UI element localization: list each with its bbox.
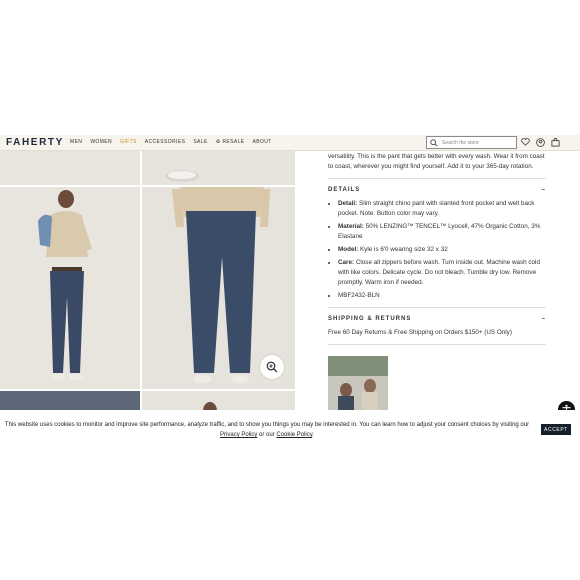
- accessibility-icon: [561, 404, 572, 410]
- video-thumbnail[interactable]: [328, 356, 388, 410]
- product-image-3[interactable]: [0, 391, 140, 410]
- product-info: versatility. This is the pant that gets …: [328, 150, 546, 351]
- account-icon[interactable]: [535, 137, 545, 147]
- shipping-text: Free 60 Day Returns & Free Shipping on O…: [328, 329, 512, 336]
- search-input[interactable]: Search the store: [426, 136, 517, 149]
- consent-text: This website uses cookies to monitor and…: [4, 422, 530, 438]
- collapse-icon: –: [541, 187, 546, 193]
- detail-item: Detail: Slim straight chino pant with sl…: [338, 199, 546, 219]
- search-placeholder: Search the store: [442, 139, 479, 146]
- nav-resale-label: RESALE: [222, 139, 245, 145]
- zoom-button[interactable]: [260, 355, 284, 379]
- sku-item: MBF2432-BLN: [338, 291, 546, 301]
- product-description: versatility. This is the pant that gets …: [328, 153, 545, 170]
- search-icon: [430, 138, 438, 147]
- privacy-policy-link[interactable]: Privacy Policy: [220, 432, 257, 438]
- header-icons: [520, 137, 560, 147]
- main-nav: MEN WOMEN GIFTS ACCESSORIES SALE ♻ RESAL…: [70, 139, 272, 145]
- details-title: DETAILS: [328, 187, 361, 193]
- logo[interactable]: FAHERTY: [6, 137, 64, 148]
- care-item: Care: Close all zippers before wash. Tur…: [338, 258, 546, 288]
- nav-accessories[interactable]: ACCESSORIES: [145, 139, 186, 145]
- heart-icon[interactable]: [520, 137, 530, 147]
- material-item: Material: 50% LENZING™ TENCEL™ Lyocell, …: [338, 222, 546, 242]
- details-list: Detail: Slim straight chino pant with sl…: [328, 199, 546, 301]
- cookie-consent-banner: This website uses cookies to monitor and…: [0, 418, 580, 440]
- product-image-1[interactable]: [0, 150, 140, 185]
- divider: [328, 178, 546, 179]
- nav-men[interactable]: MEN: [70, 139, 82, 145]
- nav-about[interactable]: ABOUT: [253, 139, 272, 145]
- nav-gifts[interactable]: GIFTS: [120, 139, 137, 145]
- divider: [328, 344, 546, 345]
- accept-button[interactable]: ACCEPT: [541, 424, 571, 435]
- cookie-policy-link[interactable]: Cookie Policy: [276, 432, 312, 438]
- zoom-in-icon: [266, 361, 278, 373]
- details-accordion-header[interactable]: DETAILS –: [328, 185, 546, 195]
- nav-resale[interactable]: ♻ RESALE: [216, 139, 245, 145]
- product-image-4[interactable]: [142, 391, 295, 410]
- shipping-accordion-header[interactable]: SHIPPING & RETURNS –: [328, 314, 546, 324]
- shipping-title: SHIPPING & RETURNS: [328, 316, 412, 322]
- divider: [328, 307, 546, 308]
- model-item: Model: Kyle is 6'0 wearing size 32 x 32: [338, 245, 546, 255]
- bag-icon[interactable]: [550, 137, 560, 147]
- product-image-2[interactable]: [142, 150, 295, 185]
- nav-sale[interactable]: SALE: [193, 139, 207, 145]
- accessibility-button[interactable]: [558, 401, 575, 410]
- site-header: FAHERTY MEN WOMEN GIFTS ACCESSORIES SALE…: [0, 135, 580, 151]
- collapse-icon: –: [541, 316, 546, 322]
- nav-women[interactable]: WOMEN: [90, 139, 112, 145]
- product-image-model-front[interactable]: [0, 187, 140, 389]
- recycle-icon: ♻: [215, 139, 221, 145]
- page-viewport: FAHERTY MEN WOMEN GIFTS ACCESSORIES SALE…: [0, 135, 580, 410]
